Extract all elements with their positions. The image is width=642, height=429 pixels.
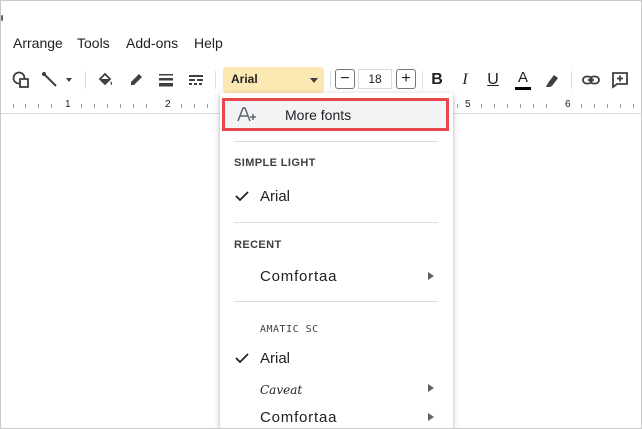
- font-item-arial-theme[interactable]: Arial: [220, 183, 453, 211]
- font-item-comfortaa-recent[interactable]: Comfortaa: [220, 263, 453, 291]
- font-item-comfortaa[interactable]: Comfortaa: [220, 404, 453, 428]
- shape-icon: [12, 71, 29, 88]
- toolbar-divider: [215, 71, 216, 89]
- more-fonts-item[interactable]: More fonts: [222, 98, 449, 131]
- font-item-label: Comfortaa: [260, 409, 338, 426]
- toolbar-divider: [85, 71, 86, 89]
- ruler-number: 5: [465, 99, 471, 110]
- font-item-arial[interactable]: Arial: [220, 345, 453, 373]
- text-color-letter: A: [517, 68, 528, 86]
- font-size-input[interactable]: 18: [358, 69, 392, 89]
- menu-divider: [234, 222, 438, 223]
- toolbar-divider: [330, 71, 331, 89]
- menu-bar: Arrange Tools Add-ons Help: [1, 31, 641, 57]
- border-dash-icon: [189, 75, 203, 85]
- menu-divider: [234, 141, 438, 142]
- fill-color-button[interactable]: [94, 63, 116, 97]
- font-item-label: Arial: [260, 188, 291, 205]
- line-button[interactable]: [39, 63, 61, 97]
- border-color-icon: [131, 74, 142, 85]
- shape-button[interactable]: [9, 63, 33, 97]
- increase-font-size-button[interactable]: +: [396, 69, 416, 89]
- menu-divider: [234, 301, 438, 302]
- check-icon: [235, 353, 249, 364]
- border-weight-icon: [159, 74, 173, 87]
- font-item-label: Arial: [260, 350, 291, 367]
- insert-link-button[interactable]: [579, 63, 603, 97]
- bold-button[interactable]: B: [428, 63, 446, 97]
- text-color-swatch: [515, 86, 531, 90]
- border-dash-button[interactable]: [185, 63, 207, 97]
- font-name: Arial: [231, 72, 258, 86]
- submenu-arrow-icon: [428, 384, 434, 392]
- font-item-amatic-sc[interactable]: AMATIC SC: [220, 315, 453, 343]
- toolbar-divider: [422, 71, 423, 89]
- line-dropdown[interactable]: [63, 63, 75, 97]
- chevron-down-icon: [66, 78, 72, 82]
- ruler-number: 1: [65, 99, 71, 110]
- text-color-button[interactable]: A: [513, 63, 533, 97]
- font-selector[interactable]: Arial: [223, 67, 324, 93]
- window-edge-mark: [1, 15, 3, 21]
- add-comment-icon: [612, 72, 628, 89]
- check-icon: [235, 191, 249, 202]
- menu-help[interactable]: Help: [194, 35, 223, 51]
- menu-tools[interactable]: Tools: [77, 35, 110, 51]
- ruler-number: 2: [165, 99, 171, 110]
- menu-addons[interactable]: Add-ons: [126, 35, 178, 51]
- line-icon: [42, 72, 57, 87]
- decrease-font-size-button[interactable]: −: [335, 69, 355, 89]
- font-item-caveat[interactable]: Caveat: [220, 375, 453, 403]
- italic-button[interactable]: I: [456, 63, 474, 97]
- menu-arrange[interactable]: Arrange: [13, 35, 63, 51]
- fill-color-icon: [98, 72, 113, 86]
- font-item-label: Caveat: [260, 383, 303, 397]
- section-title-simple-light: SIMPLE LIGHT: [234, 157, 316, 169]
- toolbar-divider: [571, 71, 572, 89]
- section-title-recent: RECENT: [234, 239, 282, 251]
- add-comment-button[interactable]: [608, 63, 632, 97]
- submenu-arrow-icon: [428, 272, 434, 280]
- ruler-number: 6: [565, 99, 571, 110]
- font-dropdown-menu: More fonts SIMPLE LIGHT Arial RECENT Com…: [220, 93, 453, 428]
- add-font-icon: [237, 107, 256, 122]
- highlight-button[interactable]: [541, 63, 563, 97]
- font-item-label: AMATIC SC: [260, 324, 319, 335]
- font-item-label: Comfortaa: [260, 268, 338, 285]
- link-icon: [582, 75, 600, 85]
- border-color-button[interactable]: [125, 63, 147, 97]
- app-window: Arrange Tools Add-ons Help Arial − 18 + …: [0, 0, 642, 429]
- more-fonts-label: More fonts: [285, 107, 352, 123]
- chevron-down-icon: [310, 78, 318, 83]
- submenu-arrow-icon: [428, 413, 434, 421]
- highlighter-icon: [546, 75, 558, 87]
- underline-button[interactable]: U: [484, 63, 502, 97]
- border-weight-button[interactable]: [155, 63, 177, 97]
- toolbar: Arial − 18 + B I U A: [1, 63, 641, 97]
